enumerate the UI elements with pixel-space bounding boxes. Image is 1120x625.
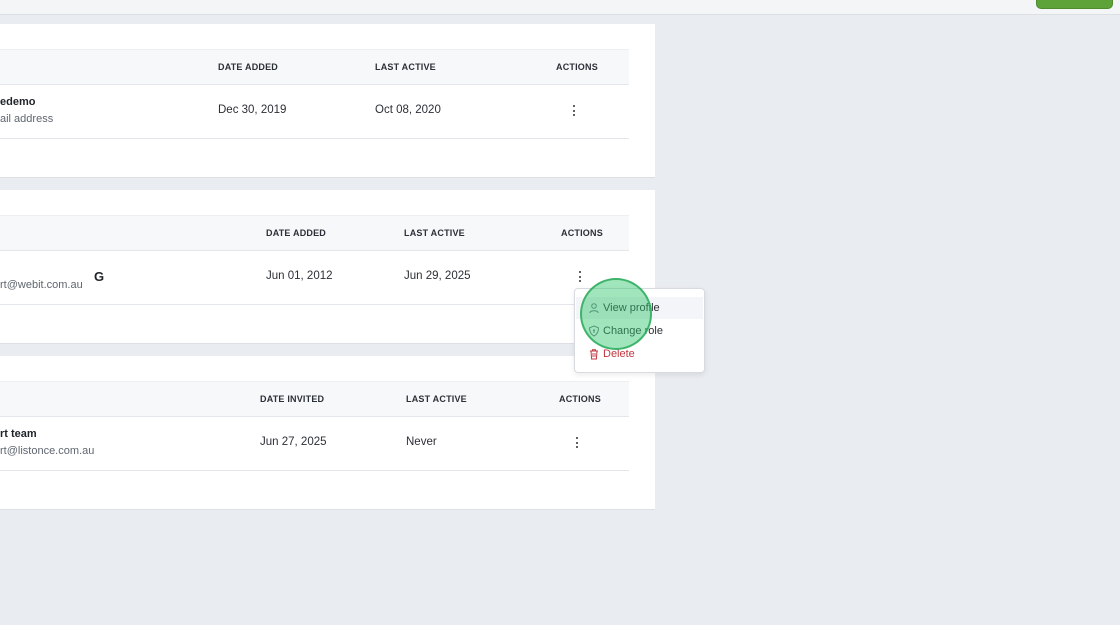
table-row: edemo ail address Dec 30, 2019 Oct 08, 2…: [0, 84, 629, 139]
user-name: rt team: [0, 428, 37, 440]
primary-action-button[interactable]: [1036, 0, 1113, 9]
column-header-actions: ACTIONS: [556, 62, 598, 72]
user-subtext: rt@listonce.com.au: [0, 445, 95, 457]
row-actions-kebab-icon[interactable]: [576, 270, 584, 284]
invited-users-panel: DATE INVITED LAST ACTIVE ACTIONS rt team…: [0, 356, 655, 509]
last-active-value: Never: [406, 436, 437, 448]
column-header-last-active: LAST ACTIVE: [375, 62, 436, 72]
menu-item-label: Change role: [603, 325, 663, 337]
users-panel-1: DATE ADDED LAST ACTIVE ACTIONS edemo ail…: [0, 24, 655, 177]
column-header-date-added: DATE ADDED: [218, 62, 278, 72]
users-panel-2: DATE ADDED LAST ACTIVE ACTIONS rt@webit.…: [0, 190, 655, 343]
column-header-actions: ACTIONS: [561, 228, 603, 238]
date-invited-value: Jun 27, 2025: [260, 436, 327, 448]
divider: [0, 509, 655, 510]
table-row: rt@webit.com.au G Jun 01, 2012 Jun 29, 2…: [0, 250, 629, 305]
last-active-value: Oct 08, 2020: [375, 104, 441, 116]
column-header-last-active: LAST ACTIVE: [406, 394, 467, 404]
user-subtext: rt@webit.com.au: [0, 279, 83, 291]
trash-icon: [590, 349, 598, 360]
menu-item-delete[interactable]: Delete: [576, 343, 703, 365]
row-actions-kebab-icon[interactable]: [570, 104, 578, 118]
column-header-date-invited: DATE INVITED: [260, 394, 325, 404]
user-name: edemo: [0, 96, 36, 108]
menu-item-label: Delete: [603, 348, 635, 360]
divider: [0, 177, 655, 178]
table-row: rt team rt@listonce.com.au Jun 27, 2025 …: [0, 416, 629, 471]
row-actions-menu: View profile Change role Delete: [574, 288, 705, 373]
column-header-date-added: DATE ADDED: [266, 228, 326, 238]
user-subtext: ail address: [0, 113, 54, 125]
table-header: DATE ADDED LAST ACTIVE ACTIONS: [0, 49, 629, 85]
column-header-actions: ACTIONS: [559, 394, 601, 404]
table-header: DATE INVITED LAST ACTIVE ACTIONS: [0, 381, 629, 417]
row-actions-kebab-icon[interactable]: [573, 436, 581, 450]
top-toolbar: [0, 0, 1120, 15]
menu-item-label: View profile: [603, 302, 660, 314]
date-added-value: Jun 01, 2012: [266, 270, 333, 282]
table-header: DATE ADDED LAST ACTIVE ACTIONS: [0, 215, 629, 251]
last-active-value: Jun 29, 2025: [404, 270, 471, 282]
menu-item-change-role[interactable]: Change role: [576, 320, 703, 342]
shield-icon: [588, 325, 600, 337]
menu-item-view-profile[interactable]: View profile: [576, 297, 703, 319]
user-icon: [589, 303, 599, 314]
divider: [0, 343, 655, 344]
date-added-value: Dec 30, 2019: [218, 104, 287, 116]
google-icon: G: [94, 269, 105, 284]
column-header-last-active: LAST ACTIVE: [404, 228, 465, 238]
